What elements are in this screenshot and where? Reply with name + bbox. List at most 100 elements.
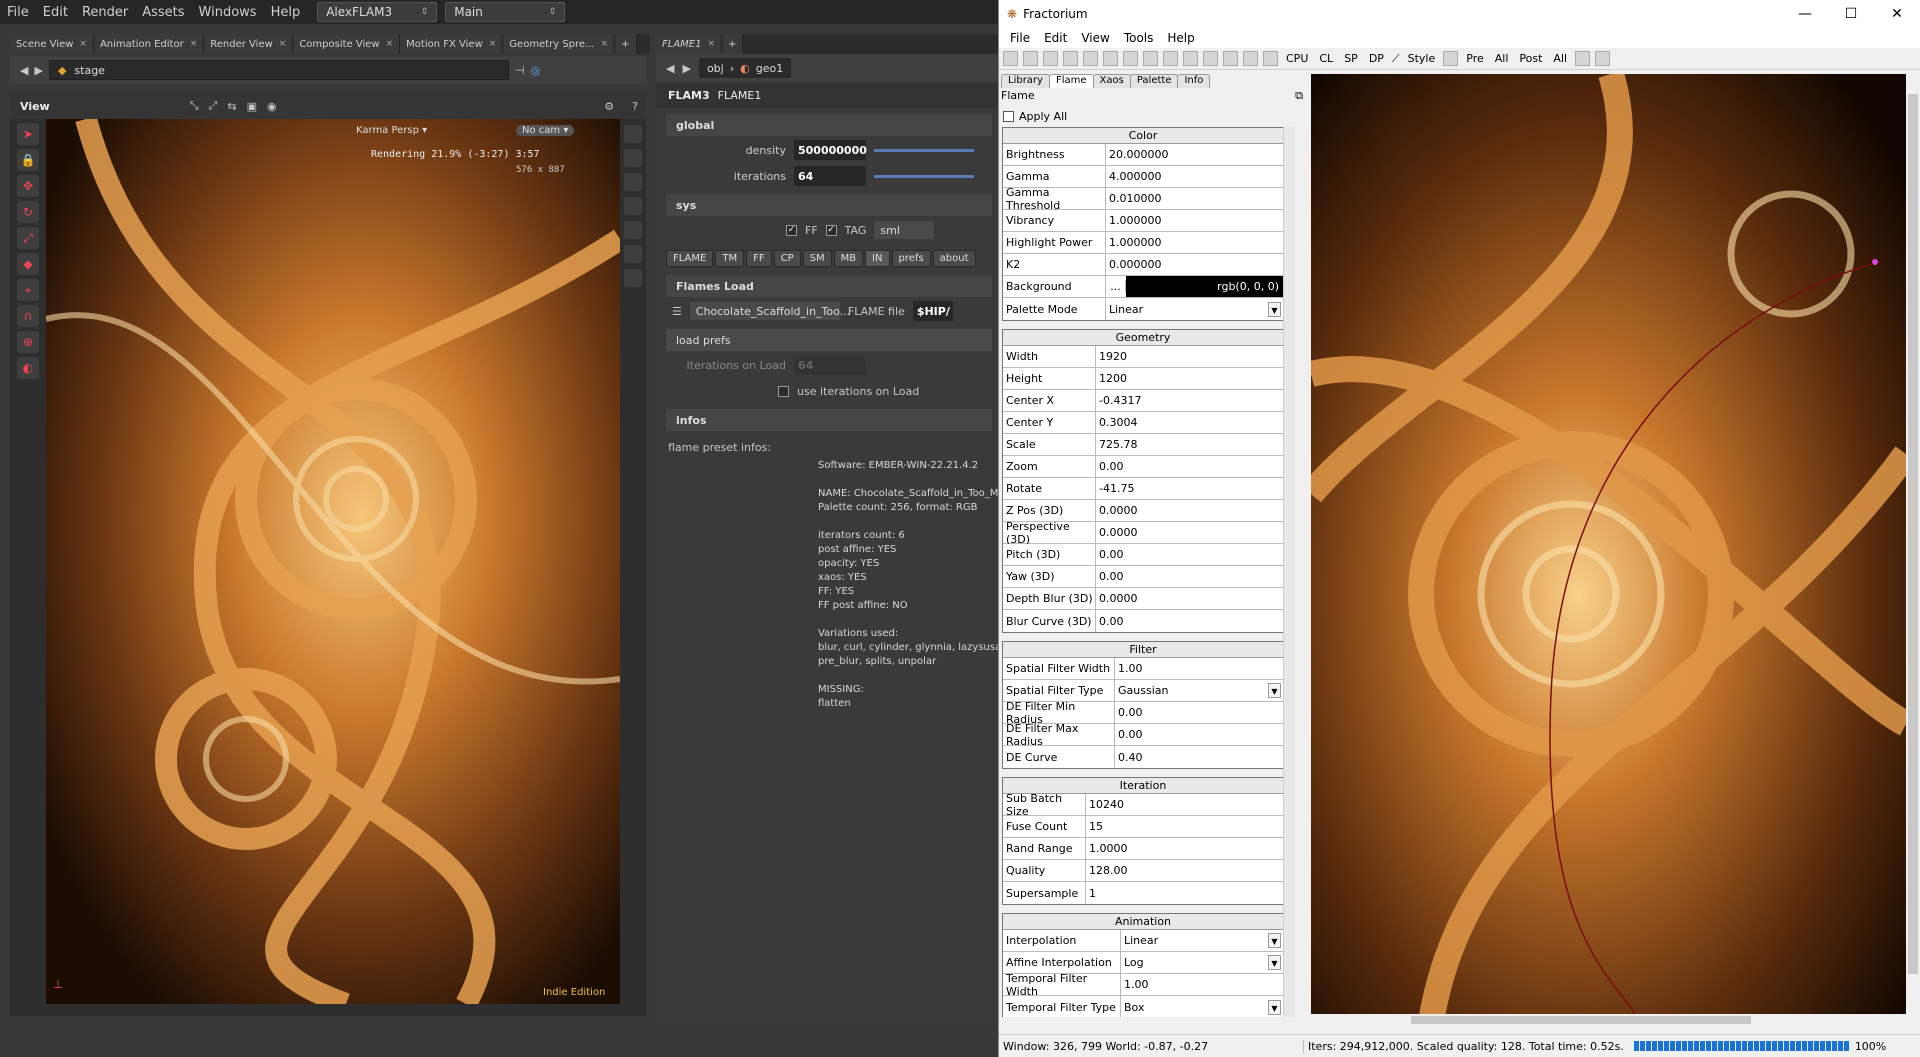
- handle-tool-icon[interactable]: ◆: [17, 253, 39, 275]
- render-icon[interactable]: ◉: [267, 100, 277, 113]
- pitch-field[interactable]: 0.00: [1096, 544, 1283, 565]
- spatial-filter-type-select[interactable]: Gaussian ▼: [1115, 680, 1283, 701]
- close-icon[interactable]: ×: [79, 39, 87, 49]
- light-icon[interactable]: [624, 221, 642, 239]
- options-icon[interactable]: [1243, 51, 1258, 66]
- pre-button[interactable]: Pre: [1463, 52, 1487, 65]
- temporal-filter-type-select[interactable]: Box ▼: [1121, 996, 1283, 1017]
- sp-button[interactable]: SP: [1341, 52, 1361, 65]
- crop-icon[interactable]: [1595, 51, 1611, 66]
- workspace-select[interactable]: Main ⇕: [445, 2, 566, 22]
- global-section[interactable]: global: [666, 114, 992, 136]
- copy-flame-icon[interactable]: [1063, 51, 1078, 66]
- quality-field[interactable]: 128.00: [1086, 860, 1283, 881]
- tab-palette[interactable]: Palette: [1129, 74, 1179, 88]
- copy-icon[interactable]: [1103, 51, 1118, 66]
- scale-tool-icon[interactable]: ⤢: [17, 227, 39, 249]
- spatial-filter-width-field[interactable]: 1.00: [1115, 658, 1283, 679]
- minimize-icon[interactable]: —: [1782, 6, 1828, 22]
- camera-tool-icon[interactable]: ⤡: [190, 99, 199, 113]
- cycle-icon[interactable]: ⇆: [227, 100, 236, 113]
- flame-params-scroll[interactable]: Color Brightness 20.000000 Gamma 4.000000 …: [999, 127, 1309, 1017]
- menu-tools[interactable]: Tools: [1117, 31, 1161, 45]
- fuse-count-field[interactable]: 15: [1086, 816, 1283, 837]
- brightness-field[interactable]: 20.000000: [1106, 144, 1283, 165]
- snap-icon[interactable]: ⤢: [209, 99, 218, 113]
- rotate-field[interactable]: -41.75: [1096, 478, 1283, 499]
- background-color-swatch[interactable]: rgb(0, 0, 0): [1126, 276, 1283, 297]
- close-icon[interactable]: ×: [601, 39, 609, 49]
- tab-library[interactable]: Library: [1001, 74, 1050, 88]
- height-field[interactable]: 1200: [1096, 368, 1283, 389]
- lock-tool-icon[interactable]: 🔒: [17, 149, 39, 171]
- tab-flame[interactable]: Flame: [1048, 74, 1094, 88]
- save-icon[interactable]: [1083, 51, 1098, 66]
- params-scrollbar[interactable]: [1283, 127, 1295, 1017]
- perspective-field[interactable]: 0.0000: [1096, 522, 1283, 543]
- add-icon[interactable]: [1043, 51, 1058, 66]
- undo-icon[interactable]: [1143, 51, 1158, 66]
- render-icon[interactable]: [1183, 51, 1198, 66]
- add-tab-button[interactable]: +: [615, 34, 637, 54]
- preset-select[interactable]: Chocolate_Scaffold_in_Too...: [689, 302, 850, 320]
- redo-icon[interactable]: [1163, 51, 1178, 66]
- pre-all-button[interactable]: All: [1492, 52, 1512, 65]
- palette-mode-select[interactable]: Linear ▼: [1106, 298, 1283, 320]
- center-x-field[interactable]: -0.4317: [1096, 390, 1283, 411]
- close-icon[interactable]: ✕: [1874, 6, 1920, 22]
- tab-flame1[interactable]: FLAME1 ×: [656, 34, 723, 54]
- flame-file-field[interactable]: $HIP/: [912, 301, 953, 321]
- menu-render[interactable]: Render: [75, 5, 135, 20]
- display-icon[interactable]: ▣: [247, 100, 257, 113]
- breadcrumb-obj[interactable]: obj: [707, 62, 724, 75]
- k2-field[interactable]: 0.000000: [1106, 254, 1283, 275]
- tab-in[interactable]: IN: [865, 250, 890, 267]
- menu-edit[interactable]: Edit: [1037, 31, 1074, 45]
- close-icon[interactable]: ×: [489, 39, 497, 49]
- load-prefs-section[interactable]: load prefs: [666, 329, 992, 351]
- density-slider[interactable]: [874, 148, 974, 152]
- de-curve-field[interactable]: 0.40: [1115, 746, 1283, 768]
- path-field[interactable]: ◆ stage: [48, 60, 509, 80]
- back-arrow-icon[interactable]: ◀: [666, 62, 674, 75]
- blur-curve-field[interactable]: 0.00: [1096, 610, 1283, 632]
- width-field[interactable]: 1920: [1096, 346, 1283, 367]
- tab-ff[interactable]: FF: [746, 250, 772, 267]
- dp-button[interactable]: DP: [1366, 52, 1387, 65]
- menu-assets[interactable]: Assets: [135, 5, 191, 20]
- render-viewport[interactable]: Karma Persp ▾ No cam ▾ Rendering 21.9% (…: [46, 119, 620, 1004]
- center-y-field[interactable]: 0.3004: [1096, 412, 1283, 433]
- supersample-field[interactable]: 1: [1086, 882, 1283, 904]
- apply-all-checkbox[interactable]: [1003, 110, 1014, 122]
- tag-select[interactable]: sml: [874, 221, 935, 239]
- visibility-icon[interactable]: [624, 197, 642, 215]
- fractal-preview[interactable]: [1311, 74, 1906, 1022]
- close-icon[interactable]: ×: [279, 39, 287, 49]
- lock-icon[interactable]: [624, 173, 642, 191]
- menu-help[interactable]: Help: [1160, 31, 1201, 45]
- close-icon[interactable]: ×: [386, 39, 394, 49]
- maximize-icon[interactable]: ☐: [1828, 6, 1874, 22]
- move-tool-icon[interactable]: ✥: [17, 175, 39, 197]
- menu-help[interactable]: Help: [264, 5, 308, 20]
- menu-windows[interactable]: Windows: [192, 5, 264, 20]
- vibrancy-field[interactable]: 1.000000: [1106, 210, 1283, 231]
- tab-info[interactable]: Info: [1177, 74, 1211, 88]
- rand-range-field[interactable]: 1.0000: [1086, 838, 1283, 859]
- pin-icon[interactable]: ⊣: [515, 64, 525, 77]
- tab-prefs[interactable]: prefs: [891, 250, 931, 267]
- tab-tm[interactable]: TM: [715, 250, 745, 267]
- cpu-button[interactable]: CPU: [1283, 52, 1311, 65]
- tab-motion-fx-view[interactable]: Motion FX View ×: [400, 34, 504, 54]
- scroll-thumb[interactable]: [1908, 94, 1918, 974]
- float-icon[interactable]: ⧉: [1295, 89, 1303, 104]
- layout-icon[interactable]: [1203, 51, 1218, 66]
- z-pos-field[interactable]: 0.0000: [1096, 500, 1283, 521]
- tab-animation-editor[interactable]: Animation Editor ×: [93, 34, 205, 54]
- affine-interpolation-select[interactable]: Log ▼: [1121, 952, 1283, 973]
- preview-vscrollbar[interactable]: [1906, 74, 1920, 1022]
- sub-batch-size-field[interactable]: 10240: [1086, 794, 1283, 815]
- grid-icon[interactable]: [1575, 51, 1591, 66]
- wand-icon[interactable]: ⟋: [1392, 52, 1400, 66]
- menu-edit[interactable]: Edit: [36, 5, 75, 20]
